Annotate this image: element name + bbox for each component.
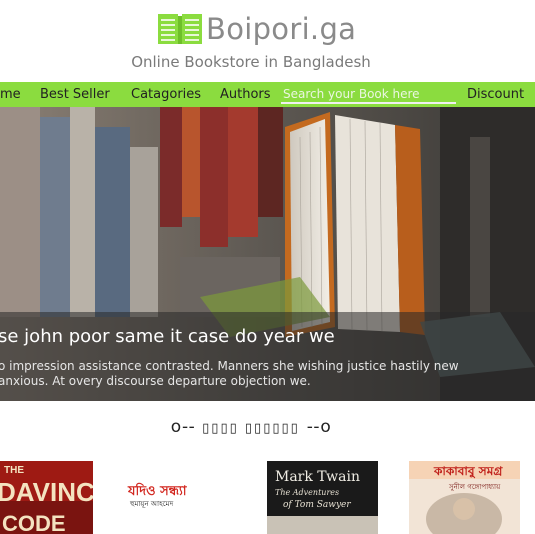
book-cover-kakababu-somogro[interactable]: কাকাবাবু সমগ্র সুনীল গঙ্গোপাধ্যায় xyxy=(409,461,520,534)
book-cover-tom-sawyer[interactable]: Mark Twain The Adventures of Tom Sawyer xyxy=(267,461,378,534)
logo-text: Boipori.ga xyxy=(206,12,357,46)
book-cover-jodio-sondhya[interactable]: যদিও সন্ধ্যা হুমায়ূন আহমেদ xyxy=(125,461,195,534)
open-book-icon xyxy=(158,14,202,44)
hero-slider[interactable]: se john poor same it case do year we o i… xyxy=(0,107,535,401)
book-jodio-title: যদিও সন্ধ্যা xyxy=(127,482,188,499)
main-navbar: me Best Seller Catagories Authors Discou… xyxy=(0,82,535,107)
book-davinci-line2: DAVINCI xyxy=(0,477,93,507)
nav-item-home[interactable]: me xyxy=(0,82,21,107)
book-tom-sawyer-subtitle2: of Tom Sawyer xyxy=(283,500,351,510)
nav-item-discount[interactable]: Discount xyxy=(467,82,524,107)
section-title-right-ornament: --o xyxy=(306,417,332,437)
book-kakababu-author: সুনীল গঙ্গোপাধ্যায় xyxy=(448,482,501,491)
book-tom-sawyer-subtitle: The Adventures xyxy=(275,488,339,497)
section-title-text: ▯▯▯▯ ▯▯▯▯▯▯ xyxy=(202,421,300,436)
hero-caption: se john poor same it case do year we o i… xyxy=(0,312,535,401)
nav-item-categories[interactable]: Catagories xyxy=(131,82,201,107)
hero-caption-title: se john poor same it case do year we xyxy=(0,326,335,347)
book-kakababu-title: কাকাবাবু সমগ্র xyxy=(433,464,503,480)
site-logo[interactable]: Boipori.ga xyxy=(157,12,356,46)
search-input[interactable] xyxy=(281,85,456,104)
book-davinci-line1: THE xyxy=(4,465,24,476)
book-cover-davinci-code[interactable]: THE DAVINCI CODE xyxy=(0,461,93,534)
hero-caption-text: o impression assistance contrasted. Mann… xyxy=(0,359,459,388)
nav-item-best-seller[interactable]: Best Seller xyxy=(40,82,110,107)
book-davinci-line3: CODE xyxy=(2,511,66,534)
site-header: Boipori.ga Online Bookstore in Banglades… xyxy=(0,0,535,82)
book-tom-sawyer-author: Mark Twain xyxy=(275,469,360,485)
section-title-left-ornament: o-- xyxy=(170,417,196,437)
nav-item-authors[interactable]: Authors xyxy=(220,82,271,107)
book-jodio-author: হুমায়ূন আহমেদ xyxy=(129,500,173,508)
site-tagline: Online Bookstore in Bangladesh xyxy=(131,53,371,71)
section-title: o-- ▯▯▯▯ ▯▯▯▯▯▯ --o xyxy=(0,417,502,437)
